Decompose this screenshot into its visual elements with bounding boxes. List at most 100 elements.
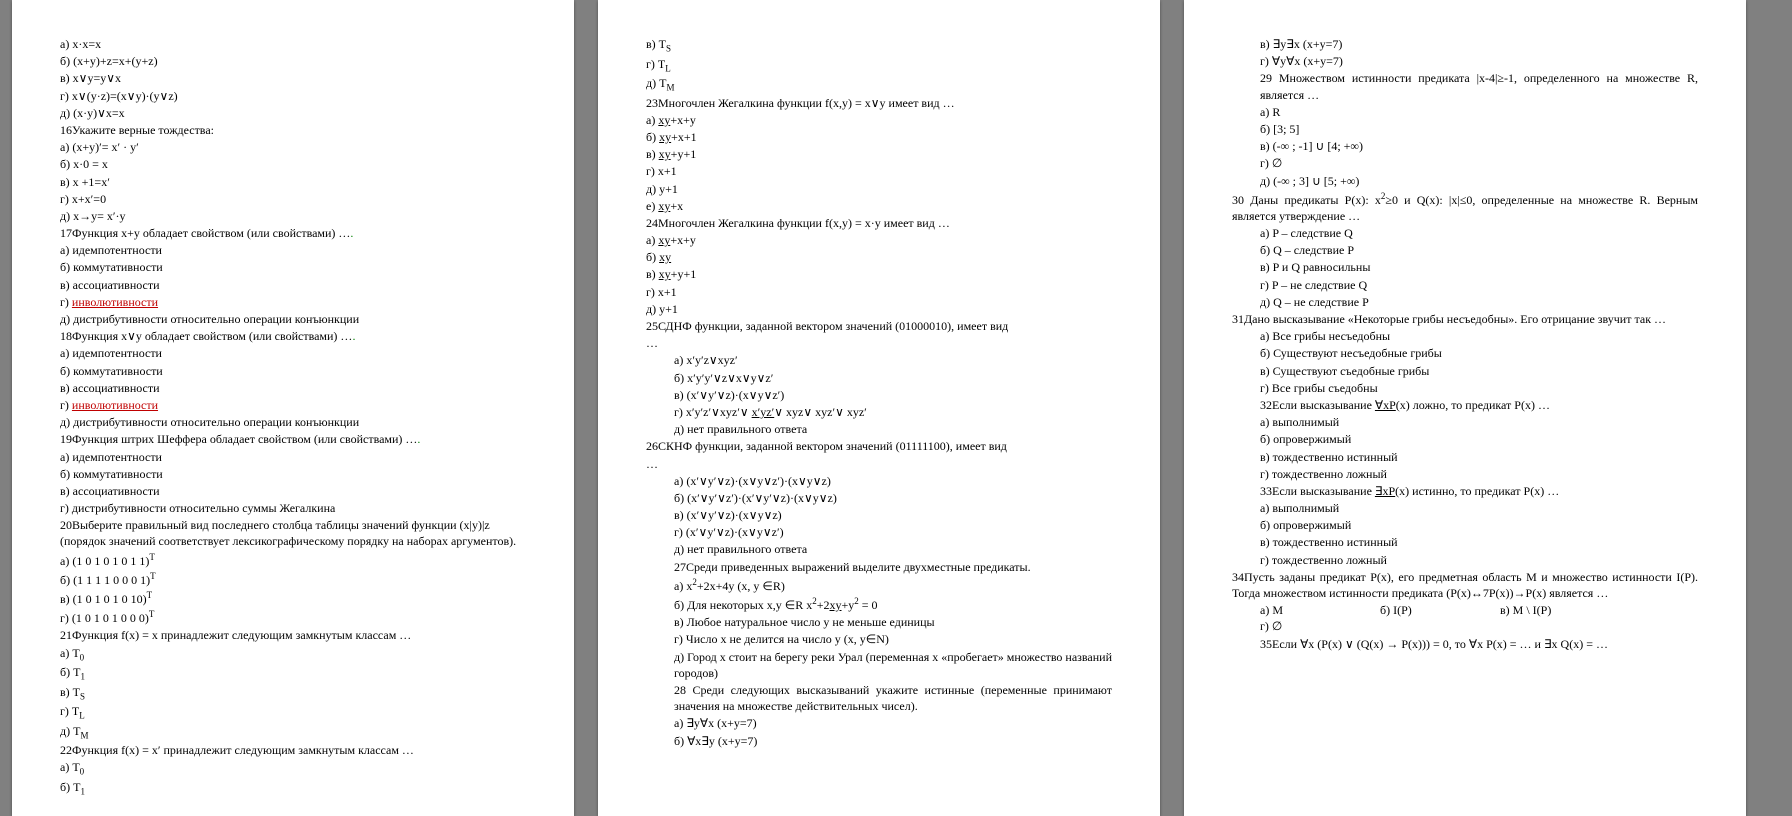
text-line: г) инволютивности: [60, 294, 526, 310]
text-line: б) [3; 5]: [1260, 121, 1698, 137]
text-line: д) нет правильного ответа: [674, 421, 1112, 437]
text-line: б) коммутативности: [60, 466, 526, 482]
text-line: а) Все грибы несъедобны: [1260, 328, 1698, 344]
text-line: г) x+1: [646, 284, 1112, 300]
text-line: д) (-∞ ; 3] ∪ [5; +∞): [1260, 173, 1698, 189]
text-line: 16Укажите верные тождества:: [60, 122, 526, 138]
text-line: а) выполнимый: [1260, 500, 1698, 516]
text-line: а) (x′∨y′∨z)·(x∨y∨z′)·(x∨y∨z): [674, 473, 1112, 489]
text-line: а) (x+y)′= x′ · y′: [60, 139, 526, 155]
text-line: г) ∅: [1260, 155, 1698, 171]
text-line: …: [646, 335, 1112, 351]
text-line: в) (-∞ ; -1] ∪ [4; +∞): [1260, 138, 1698, 154]
text-line: г) ∀y∀x (x+y=7): [1260, 53, 1698, 69]
text-line: 26СКНФ функции, заданной вектором значен…: [646, 438, 1112, 454]
text-line: 21Функция f(x) = x принадлежит следующим…: [60, 627, 526, 643]
text-line: а) ∃y∀x (x+y=7): [674, 715, 1112, 731]
text-line: 34Пусть заданы предикат P(x), его предме…: [1232, 569, 1698, 601]
text-line: д) дистрибутивности относительно операци…: [60, 414, 526, 430]
text-line: а) x′y′z∨xyz′: [674, 352, 1112, 368]
text-line: б) T1: [60, 779, 526, 798]
text-line: б) опровержимый: [1260, 431, 1698, 447]
text-line: е) xy+x: [646, 198, 1112, 214]
text-line: в) P и Q равносильны: [1260, 259, 1698, 275]
text-line: г) x+x′=0: [60, 191, 526, 207]
text-line: г) тождественно ложный: [1260, 552, 1698, 568]
text-line: б) x′y′y′∨z∨x∨y∨z′: [674, 370, 1112, 386]
text-line: в) (x′∨y′∨z)·(x∨y∨z): [674, 507, 1112, 523]
text-line: в) xy+y+1: [646, 266, 1112, 282]
text-line: г) Все грибы съедобны: [1260, 380, 1698, 396]
text-line: б) T1: [60, 664, 526, 683]
text-line: 20Выберите правильный вид последнего сто…: [60, 517, 526, 549]
text-line: в) TS: [60, 684, 526, 703]
text-line: а) xy+x+y: [646, 232, 1112, 248]
text-line: д) TM: [60, 723, 526, 742]
text-line: б) коммутативности: [60, 363, 526, 379]
text-line: г) инволютивности: [60, 397, 526, 413]
text-line: 18Функция x∨y обладает свойством (или св…: [60, 328, 526, 344]
text-line: а) x·x=x: [60, 36, 526, 52]
text-line: д) нет правильного ответа: [674, 541, 1112, 557]
text-line: в) TS: [646, 36, 1112, 55]
text-line: б) (x+y)+z=x+(y+z): [60, 53, 526, 69]
text-line: г) тождественно ложный: [1260, 466, 1698, 482]
text-line: д) y+1: [646, 301, 1112, 317]
page-3: в) ∃y∃x (x+y=7)г) ∀y∀x (x+y=7) 29 Множес…: [1184, 0, 1746, 816]
text-line: 19Функция штрих Шеффера обладает свойств…: [60, 431, 526, 447]
text-line: в) ассоциативности: [60, 483, 526, 499]
text-line: 35Если ∀x (P(x) ∨ (Q(x) → P(x))) = 0, то…: [1260, 636, 1698, 652]
text-line: в) xy+y+1: [646, 146, 1112, 162]
text-line: а) выполнимый: [1260, 414, 1698, 430]
page-2: в) TSг) TLд) TM23Многочлен Жегалкина фун…: [598, 0, 1160, 816]
text-line: г) (x′∨y′∨z)·(x∨y∨z′): [674, 524, 1112, 540]
text-line: 28 Среди следующих высказываний укажите …: [674, 682, 1112, 714]
text-line: г) x+1: [646, 163, 1112, 179]
text-line: б) Для некоторых x,y ∈R x2+2xy+y2 = 0: [674, 595, 1112, 613]
text-line: в) ассоциативности: [60, 277, 526, 293]
text-line: б) xy+x+1: [646, 129, 1112, 145]
text-line: г) x′y′z′∨xyz′∨ x′yz′∨ xyz∨ xyz′∨ xyz′: [674, 404, 1112, 420]
text-line: а) R: [1260, 104, 1698, 120]
text-line: г) P – не следствие Q: [1260, 277, 1698, 293]
text-line: д) Q – не следствие P: [1260, 294, 1698, 310]
text-line: б) x·0 = x: [60, 156, 526, 172]
text-line: д) Город x стоит на берегу реки Урал (пе…: [674, 649, 1112, 681]
text-line: …: [646, 456, 1112, 472]
text-line: г) TL: [60, 703, 526, 722]
text-line: в) Существуют съедобные грибы: [1260, 363, 1698, 379]
text-line: 23Многочлен Жегалкина функции f(x,y) = x…: [646, 95, 1112, 111]
text-line: в) (x′∨y′∨z)·(x∨y∨z′): [674, 387, 1112, 403]
text-line: а) идемпотентности: [60, 345, 526, 361]
text-line: б) опровержимый: [1260, 517, 1698, 533]
text-line: а) P – следствие Q: [1260, 225, 1698, 241]
text-line: д) y+1: [646, 181, 1112, 197]
text-line: 22Функция f(x) = x′ принадлежит следующи…: [60, 742, 526, 758]
text-line: в) x∨y=y∨x: [60, 70, 526, 86]
text-line: в) Любое натуральное число y не меньше е…: [674, 614, 1112, 630]
text-line: б) Существуют несъедобные грибы: [1260, 345, 1698, 361]
text-line: 30 Даны предикаты P(x): x2≥0 и Q(x): |x|…: [1232, 190, 1698, 224]
text-line: б) (1 1 1 1 0 0 0 1)T: [60, 570, 526, 588]
text-line: 25СДНФ функции, заданной вектором значен…: [646, 318, 1112, 334]
text-line: 27Среди приведенных выражений выделите д…: [674, 559, 1112, 575]
page-1: а) x·x=xб) (x+y)+z=x+(y+z)в) x∨y=y∨x г) x…: [12, 0, 574, 816]
text-line: д) x→y= x′·y: [60, 208, 526, 224]
text-line: б) коммутативности: [60, 259, 526, 275]
text-line: б) (x′∨y′∨z′)·(x′∨y′∨z)·(x∨y∨z): [674, 490, 1112, 506]
viewport: а) x·x=xб) (x+y)+z=x+(y+z)в) x∨y=y∨x г) x…: [0, 0, 1792, 816]
text-line: а) T0: [60, 645, 526, 664]
text-line: д) (x·y)∨x=x: [60, 105, 526, 121]
text-line: г) (1 0 1 0 1 0 0 0)T: [60, 608, 526, 626]
text-line: а) Mб) I(P)в) M \ I(P)г) ∅: [1260, 602, 1698, 634]
text-line: а) T0: [60, 759, 526, 778]
text-line: в) ∃y∃x (x+y=7): [1260, 36, 1698, 52]
text-line: 31Дано высказывание «Некоторые грибы нес…: [1232, 311, 1698, 327]
text-line: 24Многочлен Жегалкина функции f(x,y) = x…: [646, 215, 1112, 231]
text-line: 33Если высказывание ∃xP(x) истинно, то п…: [1260, 483, 1698, 499]
text-line: б) Q – следствие P: [1260, 242, 1698, 258]
text-line: б) xy: [646, 249, 1112, 265]
text-line: г) Число x не делится на число y (x, y∈N…: [674, 631, 1112, 647]
text-line: г) TL: [646, 56, 1112, 75]
text-line: а) идемпотентности: [60, 242, 526, 258]
